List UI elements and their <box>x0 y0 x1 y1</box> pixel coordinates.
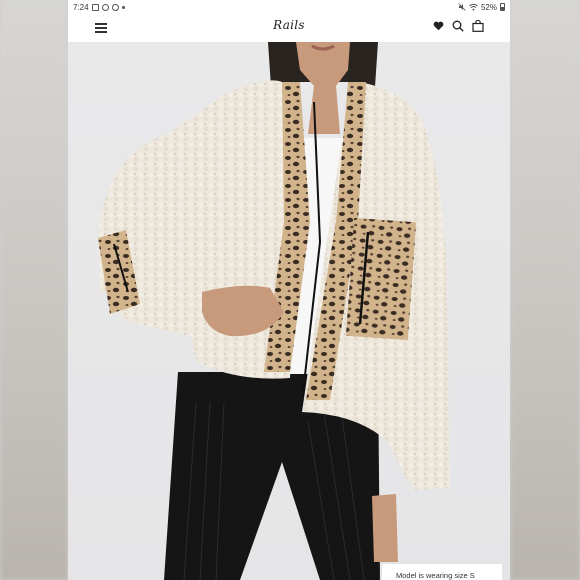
blurred-background-left <box>0 0 68 580</box>
gallery-icon <box>91 3 99 11</box>
mute-icon <box>458 3 466 11</box>
jacket-photo <box>98 42 450 580</box>
model-size-caption: Model is wearing size S <box>382 564 502 580</box>
blurred-background-right <box>510 0 580 580</box>
link-icon <box>101 3 109 11</box>
heart-icon[interactable] <box>433 21 444 31</box>
status-left: 7:24 <box>73 3 125 12</box>
bag-icon[interactable] <box>472 20 484 32</box>
dot-icon <box>121 5 125 9</box>
status-bar: 7:24 52% <box>68 0 510 14</box>
battery-percent: 52% <box>480 2 497 12</box>
phone-screen: 7:24 52% Rails Model is wearing size S <box>68 0 510 580</box>
search-icon[interactable] <box>452 20 464 32</box>
header-actions <box>433 20 484 32</box>
battery-icon <box>500 3 505 11</box>
wifi-icon <box>469 3 478 11</box>
status-time: 7:24 <box>73 2 89 12</box>
site-header: Rails <box>68 14 510 43</box>
status-right: 52% <box>458 3 505 12</box>
product-image[interactable] <box>68 42 510 580</box>
link-icon <box>111 3 119 11</box>
